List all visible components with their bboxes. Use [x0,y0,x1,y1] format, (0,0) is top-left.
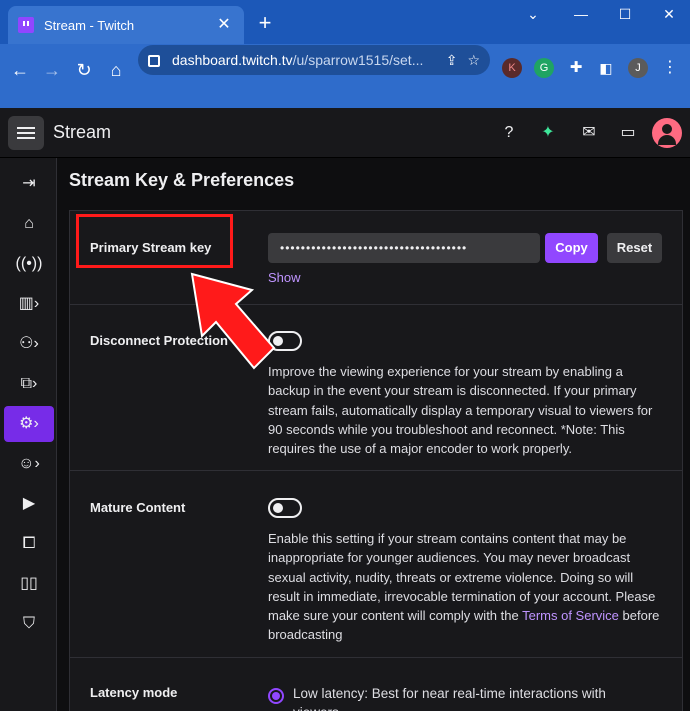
help-icon[interactable]: ? [498,122,520,144]
sparkle-icon[interactable]: ✦ [537,122,559,144]
mature-content-description: Enable this setting if your stream conta… [268,531,660,643]
sidebar-safety-shield-icon[interactable]: ⛉ [4,606,54,642]
sidebar-settings-icon[interactable]: ⚙› [4,406,54,442]
hamburger-menu-icon[interactable] [8,116,44,150]
divider [70,657,682,658]
inbox-icon[interactable]: ✉ [578,122,600,144]
new-tab-button[interactable]: + [254,12,276,34]
extensions-puzzle-icon[interactable]: ✚ [566,58,586,78]
lock-icon [148,55,160,67]
extension-grammarly-icon[interactable]: G [534,58,554,78]
low-latency-radio[interactable] [268,688,284,704]
divider [70,470,682,471]
app-header: Stream ? ✦ ✉ ▭ [0,108,690,158]
reload-icon[interactable]: ↻ [72,58,96,82]
terms-of-service-link[interactable]: Terms of Service [522,608,619,623]
sidebar-stream-manager-icon[interactable]: ((•)) [4,246,54,282]
disconnect-protection-description: Improve the viewing experience for your … [268,364,653,457]
maximize-icon[interactable]: ☐ [610,4,640,24]
share-icon[interactable]: ⇪ [446,52,458,69]
url-text: dashboard.twitch.tv/u/sparrow1515/set... [172,52,424,68]
sidebar-creator-camp-book-icon[interactable]: ▯▯ [4,566,54,602]
reset-button[interactable]: Reset [607,233,662,263]
page-title: Stream Key & Preferences [69,170,295,190]
bookmark-star-icon[interactable]: ☆ [467,52,480,69]
minimize-icon[interactable]: — [566,4,596,24]
sidebar-expand-icon[interactable]: ⇥ [4,166,54,202]
app-title: Stream [53,122,112,142]
mature-content-toggle[interactable] [268,498,302,518]
browser-tab-bar: Stream - Twitch ✕ + ⌄ — ☐ ✕ [0,0,690,44]
twitch-favicon-icon [18,17,34,33]
browser-menu-icon[interactable]: ⋮ [660,58,680,78]
tab-close-icon[interactable]: ✕ [214,15,234,35]
tab-search-chevron-icon[interactable]: ⌄ [518,4,548,24]
annotation-arrow-icon [190,272,276,370]
sidebar-viewer-rewards-icon[interactable]: ☺› [4,446,54,482]
profile-avatar[interactable]: J [628,58,648,78]
sidebar-analytics-icon[interactable]: ▥› [4,286,54,322]
forward-arrow-icon[interactable]: → [40,58,64,82]
side-panel-icon[interactable]: ◧ [596,58,616,78]
browser-tab[interactable]: Stream - Twitch ✕ [8,6,244,44]
mature-content-label: Mature Content [90,500,186,515]
sidebar-content-icon[interactable]: ⧉› [4,366,54,402]
sidebar-community-icon[interactable]: ⚇› [4,326,54,362]
home-icon[interactable]: ⌂ [104,58,128,82]
whispers-icon[interactable]: ▭ [617,122,639,144]
tab-title: Stream - Twitch [44,17,135,33]
window-close-icon[interactable]: ✕ [654,4,684,24]
address-bar[interactable]: dashboard.twitch.tv/u/sparrow1515/set...… [138,45,490,75]
sidebar: ⇥ ⌂ ((•)) ▥› ⚇› ⧉› ⚙› ☺› ▶ ⧠ ▯▯ ⛉ [0,158,57,711]
extension-k-icon[interactable]: K [502,58,522,78]
sidebar-home-icon[interactable]: ⌂ [4,206,54,242]
settings-card: Primary Stream key •••••••••••••••••••••… [69,210,683,711]
annotation-highlight-box [76,214,233,268]
back-arrow-icon[interactable]: ← [8,58,32,82]
sidebar-creator-camp-icon[interactable]: ▶ [4,486,54,522]
browser-toolbar: ← → ↻ ⌂ dashboard.twitch.tv/u/sparrow151… [0,44,690,108]
copy-button[interactable]: Copy [545,233,598,263]
low-latency-option-label: Low latency: Best for near real-time int… [293,686,606,711]
user-avatar[interactable] [652,118,682,148]
stream-key-field[interactable]: •••••••••••••••••••••••••••••••••••• [268,233,540,263]
divider [70,304,682,305]
latency-mode-label: Latency mode [90,685,178,700]
sidebar-extensions-icon[interactable]: ⧠ [4,526,54,562]
